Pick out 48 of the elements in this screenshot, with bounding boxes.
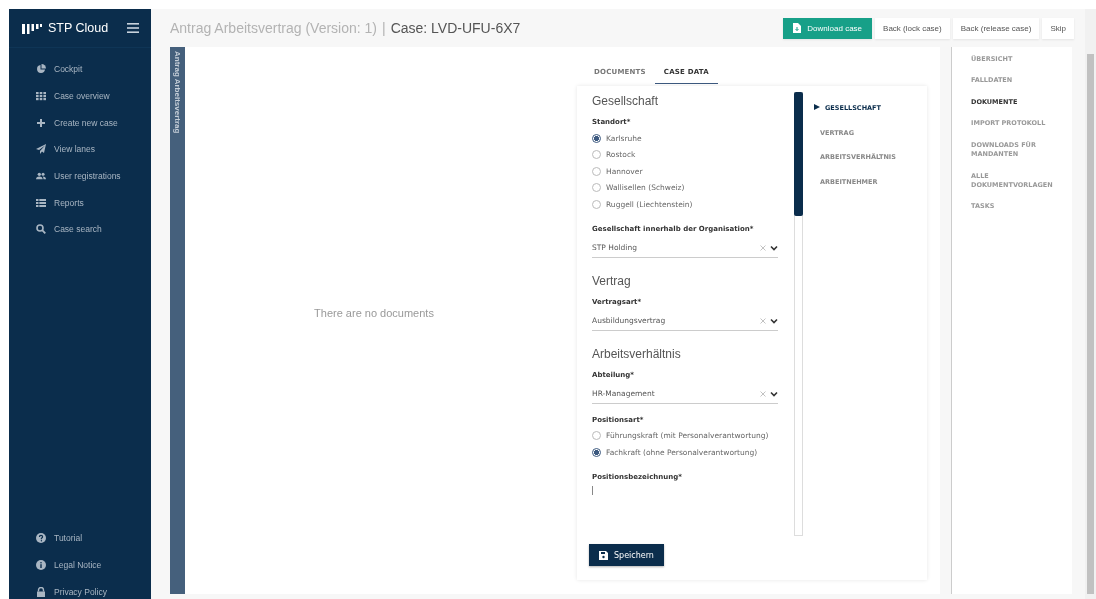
menu-icon[interactable]	[127, 23, 139, 33]
sidebar-item[interactable]: Cockpit	[9, 56, 151, 83]
save-button[interactable]: Speichern	[589, 544, 664, 566]
lock-icon	[36, 586, 46, 597]
header-button[interactable]: Back (release case)	[952, 17, 1040, 39]
grid-icon	[36, 91, 46, 102]
list-icon	[36, 197, 46, 208]
header-button[interactable]: Back (lock case)	[875, 17, 950, 39]
plus-icon	[36, 117, 46, 128]
sidebar-item[interactable]: Legal Notice	[9, 551, 151, 579]
info-icon	[36, 559, 46, 570]
section-title: Gesellschaft	[592, 93, 660, 108]
page-scrollbar[interactable]	[1085, 9, 1096, 599]
users-icon	[36, 171, 46, 182]
clear-icon[interactable]	[760, 244, 766, 251]
section-title: Arbeitsverhältnis	[592, 345, 682, 361]
sidebar-item[interactable]: View lanes	[9, 136, 151, 163]
paper-plane-icon	[36, 144, 46, 155]
radio-button[interactable]	[592, 133, 601, 143]
header-button[interactable]: Skip	[1042, 17, 1074, 39]
logo-icon	[22, 22, 42, 34]
file-icon	[793, 23, 802, 33]
radio-button[interactable]	[592, 447, 601, 457]
chevron-down-icon[interactable]	[770, 244, 778, 251]
search-icon	[36, 224, 46, 235]
sidebar-item[interactable]: Create new case	[9, 109, 151, 137]
save-icon	[599, 550, 608, 560]
help-icon	[36, 533, 46, 544]
empty-message: There are no documents	[314, 306, 434, 321]
case-id: Case: LVD-UFU-6X7	[390, 20, 521, 36]
title-separator: |	[382, 20, 386, 36]
sidebar-item[interactable]: Case overview	[9, 82, 151, 110]
sidebar-item[interactable]: Reports	[9, 189, 151, 217]
brand-name: STP Cloud	[48, 21, 110, 35]
vertical-tab[interactable]: Antrag Arbeitsvertrag	[170, 47, 185, 594]
sidebar-item[interactable]: User registrations	[9, 162, 151, 190]
sidebar-item[interactable]: Case search	[9, 216, 151, 243]
pie-chart-icon	[36, 64, 46, 75]
sidebar-item[interactable]: Privacy Policy	[9, 578, 151, 599]
page-title: Antrag Arbeitsvertrag (Version: 1)	[170, 20, 377, 36]
scrollbar[interactable]	[794, 92, 803, 536]
sidebar-item[interactable]: Tutorial	[9, 524, 151, 552]
section-title: Vertrag	[592, 272, 632, 288]
chevron-down-icon[interactable]	[770, 317, 778, 324]
clear-icon[interactable]	[760, 390, 766, 397]
chevron-down-icon[interactable]	[770, 390, 778, 397]
triangle-icon	[814, 104, 820, 110]
clear-icon[interactable]	[760, 317, 766, 324]
